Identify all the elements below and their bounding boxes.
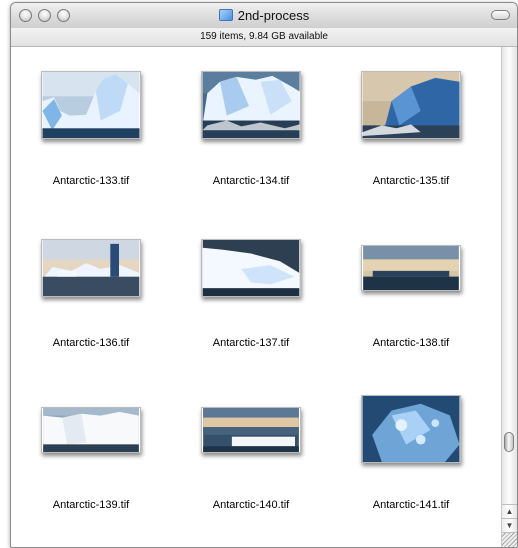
file-icon-item[interactable]: Antarctic-135.tif (331, 47, 491, 197)
file-thumbnail[interactable] (41, 71, 141, 139)
file-name-label[interactable]: Antarctic-141.tif (331, 499, 491, 511)
file-icon-item[interactable]: Antarctic-134.tif (171, 47, 331, 197)
file-icon-item[interactable]: Antarctic-138.tif (331, 209, 491, 359)
scroll-down-arrow-icon[interactable]: ▼ (502, 518, 517, 533)
file-thumbnail[interactable] (41, 239, 141, 297)
file-name-label[interactable]: Antarctic-140.tif (171, 499, 331, 511)
file-name-label[interactable]: Antarctic-135.tif (331, 175, 491, 187)
file-thumbnail[interactable] (361, 245, 461, 291)
resize-grip-icon[interactable] (502, 532, 517, 547)
file-icon-item[interactable]: Antarctic-136.tif (11, 209, 171, 359)
file-name-label[interactable]: Antarctic-133.tif (11, 175, 171, 187)
file-icon-item[interactable]: Antarctic-139.tif (11, 371, 171, 521)
toolbar-toggle-button[interactable] (491, 10, 510, 20)
scroll-thumb[interactable] (504, 432, 514, 452)
file-name-label[interactable]: Antarctic-137.tif (171, 337, 331, 349)
file-icon-item[interactable]: Antarctic-140.tif (171, 371, 331, 521)
file-thumbnail[interactable] (361, 395, 461, 463)
file-icon-item[interactable]: Antarctic-141.tif (331, 371, 491, 521)
scroll-up-arrow-icon[interactable]: ▲ (502, 504, 517, 519)
finder-window: 2nd-process 159 items, 9.84 GB available… (10, 2, 518, 548)
file-thumbnail[interactable] (201, 71, 301, 139)
icon-view[interactable]: Antarctic-133.tif Antarctic-134.tif Anta… (11, 47, 503, 547)
file-name-label[interactable]: Antarctic-136.tif (11, 337, 171, 349)
file-thumbnail[interactable] (41, 407, 141, 453)
file-icon-item[interactable]: Antarctic-133.tif (11, 47, 171, 197)
window-title-group: 2nd-process (11, 7, 517, 25)
window-title: 2nd-process (237, 8, 310, 23)
file-name-label[interactable]: Antarctic-139.tif (11, 499, 171, 511)
vertical-scrollbar[interactable]: ▲ ▼ (501, 47, 517, 547)
status-text: 159 items, 9.84 GB available (200, 31, 328, 42)
file-thumbnail[interactable] (201, 407, 301, 453)
file-icon-item[interactable]: Antarctic-137.tif (171, 209, 331, 359)
file-name-label[interactable]: Antarctic-138.tif (331, 337, 491, 349)
status-bar: 159 items, 9.84 GB available (11, 28, 517, 47)
file-thumbnail[interactable] (361, 71, 461, 139)
folder-icon (218, 9, 233, 21)
file-name-label[interactable]: Antarctic-134.tif (171, 175, 331, 187)
title-bar[interactable]: 2nd-process (11, 3, 517, 29)
file-thumbnail[interactable] (201, 239, 301, 297)
